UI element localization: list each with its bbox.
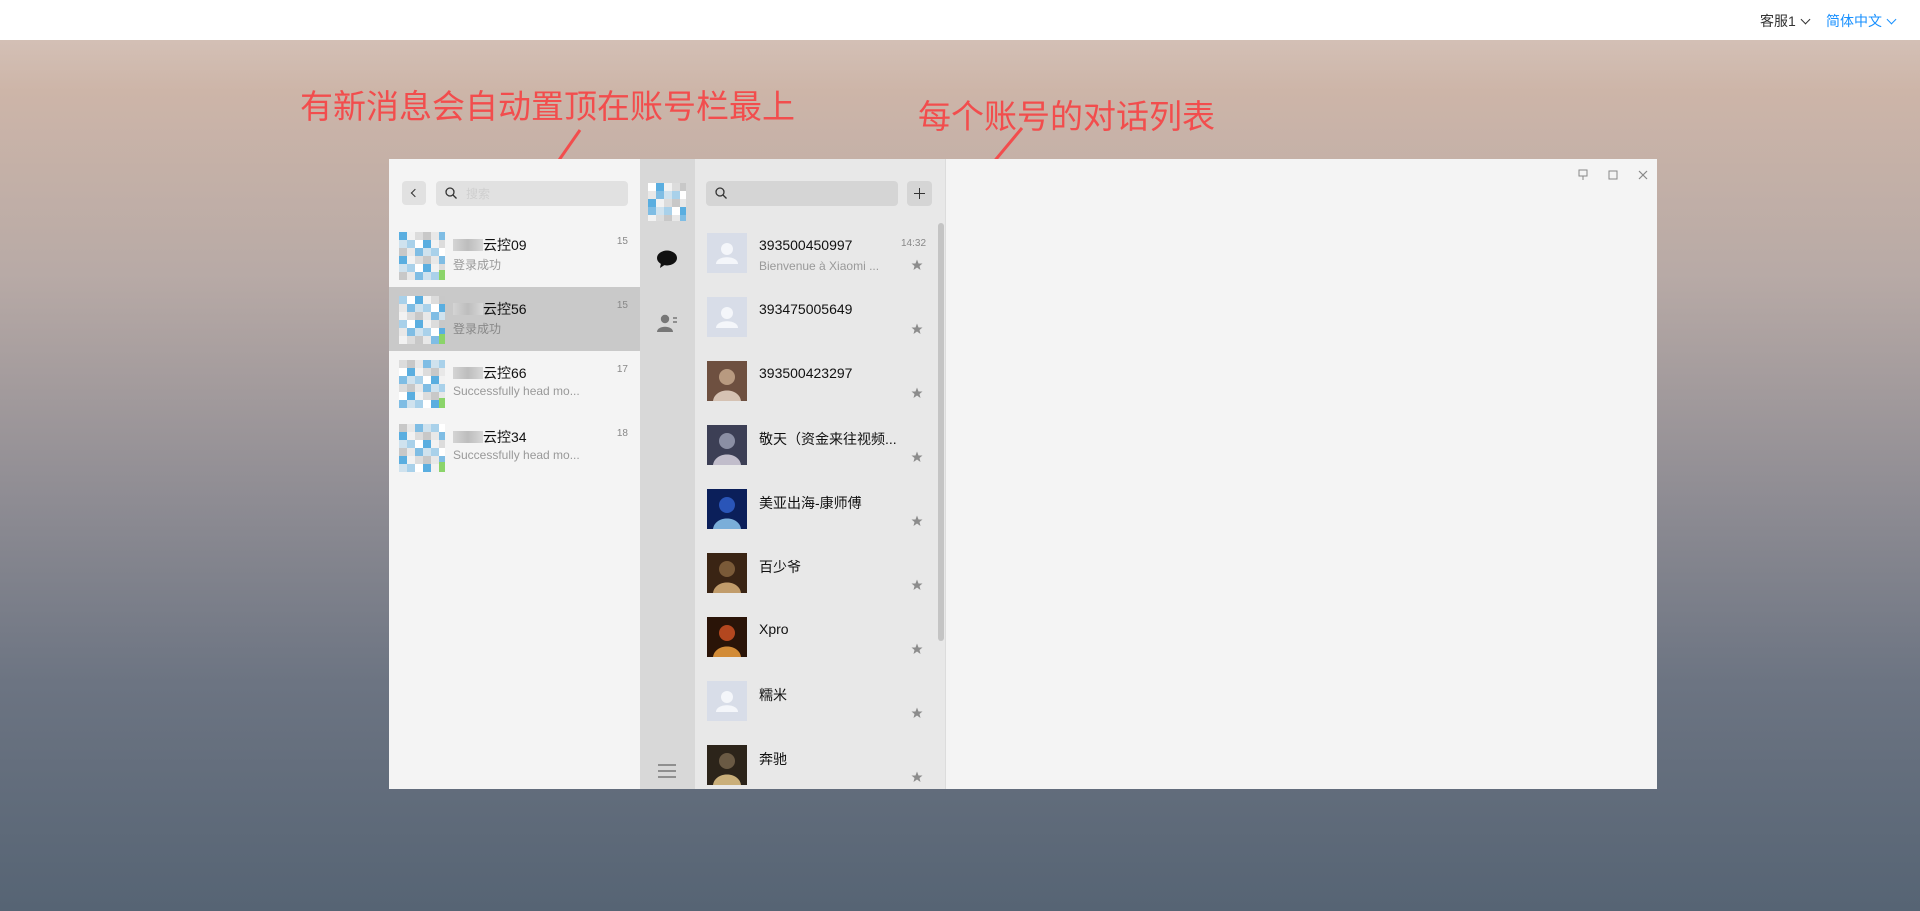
contact-photo-avatar — [707, 489, 747, 529]
contact-photo-avatar — [707, 745, 747, 785]
conversation-name: 393475005649 — [759, 301, 853, 317]
annotation-conversation-note: 每个账号的对话列表 — [918, 97, 1215, 136]
language-dropdown[interactable]: 简体中文 — [1826, 11, 1897, 31]
account-name: 云控66 — [453, 363, 527, 383]
redacted-name — [453, 431, 483, 443]
conversation-name: 美亚出海-康师傅 — [759, 495, 862, 511]
account-name-text: 云控34 — [483, 429, 527, 445]
account-name-text: 云控09 — [483, 237, 527, 253]
conversation-name: Xpro — [759, 621, 789, 637]
hamburger-menu-icon[interactable] — [657, 763, 677, 779]
chat-app-window: 搜索 云控09 登录成功 15 云控56 登录成功 15 云控66 Successfully … — [389, 159, 1657, 789]
account-name-text: 云控66 — [483, 365, 527, 381]
conversation-item[interactable]: 美亚出海-康师傅 — [695, 479, 935, 543]
customer-service-label: 客服1 — [1760, 13, 1796, 29]
star-icon[interactable] — [911, 259, 923, 271]
contact-photo-avatar — [707, 617, 747, 657]
account-name-text: 云控56 — [483, 301, 527, 317]
online-indicator — [439, 270, 445, 280]
search-icon — [445, 187, 457, 199]
chat-bubble-icon[interactable] — [656, 249, 678, 269]
current-account-avatar[interactable] — [648, 183, 686, 221]
maximize-icon[interactable] — [1606, 168, 1620, 182]
language-label: 简体中文 — [1826, 13, 1882, 29]
default-avatar-icon — [707, 681, 747, 721]
back-button[interactable] — [402, 181, 426, 205]
default-avatar-icon — [707, 297, 747, 337]
account-item[interactable]: 云控34 Successfully head mo... 18 — [389, 415, 640, 479]
online-indicator — [439, 398, 445, 408]
conversation-item[interactable]: 奔驰 — [695, 735, 935, 789]
account-badge: 15 — [616, 300, 628, 311]
account-item[interactable]: 云控56 登录成功 15 — [389, 287, 640, 351]
conversation-scrollbar[interactable] — [938, 223, 944, 641]
top-bar: 客服1 简体中文 — [0, 0, 1920, 40]
chevron-down-icon — [1800, 14, 1811, 25]
account-badge: 17 — [616, 364, 628, 375]
account-last-message: Successfully head mo... — [453, 384, 580, 398]
search-icon — [715, 187, 727, 199]
account-search-input[interactable]: 搜索 — [436, 181, 628, 206]
star-icon[interactable] — [911, 323, 923, 335]
chat-area — [945, 159, 1657, 789]
close-icon[interactable] — [1636, 168, 1650, 182]
conversation-item[interactable]: 糯米 — [695, 671, 935, 735]
star-icon[interactable] — [911, 643, 923, 655]
conversation-panel: 393500450997 Bienvenue à Xiaomi ... 14:32 3… — [695, 159, 945, 789]
account-panel: 搜索 云控09 登录成功 15 云控56 登录成功 15 云控66 Successfully … — [389, 159, 640, 789]
star-icon[interactable] — [911, 515, 923, 527]
chevron-down-icon — [1886, 14, 1897, 25]
conversation-name: 393500423297 — [759, 365, 853, 381]
conversation-name: 糯米 — [759, 687, 787, 703]
nav-sidebar — [640, 159, 695, 789]
star-icon[interactable] — [911, 771, 923, 783]
conversation-name: 百少爷 — [759, 559, 801, 575]
account-item[interactable]: 云控09 登录成功 15 — [389, 223, 640, 287]
contact-photo-avatar — [707, 425, 747, 465]
star-icon[interactable] — [911, 579, 923, 591]
conversation-item[interactable]: 393475005649 — [695, 287, 935, 351]
redacted-name — [453, 367, 483, 379]
conversation-item[interactable]: 敬天（资金来往视频... — [695, 415, 935, 479]
conversation-time: 14:32 — [901, 238, 927, 249]
star-icon[interactable] — [911, 707, 923, 719]
conversation-search-input[interactable] — [706, 181, 898, 206]
account-badge: 15 — [616, 236, 628, 247]
star-icon[interactable] — [911, 387, 923, 399]
redacted-name — [453, 303, 483, 315]
contact-photo-avatar — [707, 553, 747, 593]
account-name: 云控34 — [453, 427, 527, 447]
conversation-item[interactable]: 393500423297 — [695, 351, 935, 415]
account-item[interactable]: 云控66 Successfully head mo... 17 — [389, 351, 640, 415]
account-last-message: 登录成功 — [453, 322, 502, 336]
online-indicator — [439, 462, 445, 472]
search-placeholder: 搜索 — [466, 187, 491, 201]
conversation-name: 敬天（资金来往视频... — [759, 431, 897, 447]
contact-photo-avatar — [707, 361, 747, 401]
account-last-message: 登录成功 — [453, 258, 502, 272]
account-last-message: Successfully head mo... — [453, 448, 580, 462]
account-name: 云控56 — [453, 299, 527, 319]
online-indicator — [439, 334, 445, 344]
conversation-name: 393500450997 — [759, 237, 853, 253]
annotation-pin-note: 有新消息会自动置顶在账号栏最上 — [300, 87, 795, 126]
default-avatar-icon — [707, 233, 747, 273]
conversation-item[interactable]: 百少爷 — [695, 543, 935, 607]
add-button[interactable] — [907, 181, 932, 206]
account-avatar — [399, 424, 445, 472]
account-badge: 18 — [616, 428, 628, 439]
account-avatar — [399, 232, 445, 280]
account-avatar — [399, 296, 445, 344]
account-name: 云控09 — [453, 235, 527, 255]
pin-window-icon[interactable] — [1576, 168, 1590, 182]
conversation-name: 奔驰 — [759, 751, 787, 767]
conversation-last-message: Bienvenue à Xiaomi ... — [759, 259, 880, 273]
conversation-item[interactable]: Xpro — [695, 607, 935, 671]
customer-service-dropdown[interactable]: 客服1 — [1760, 11, 1811, 31]
account-avatar — [399, 360, 445, 408]
redacted-name — [453, 239, 483, 251]
conversation-item[interactable]: 393500450997 Bienvenue à Xiaomi ... 14:32 — [695, 223, 935, 287]
star-icon[interactable] — [911, 451, 923, 463]
contacts-icon[interactable] — [656, 313, 678, 333]
